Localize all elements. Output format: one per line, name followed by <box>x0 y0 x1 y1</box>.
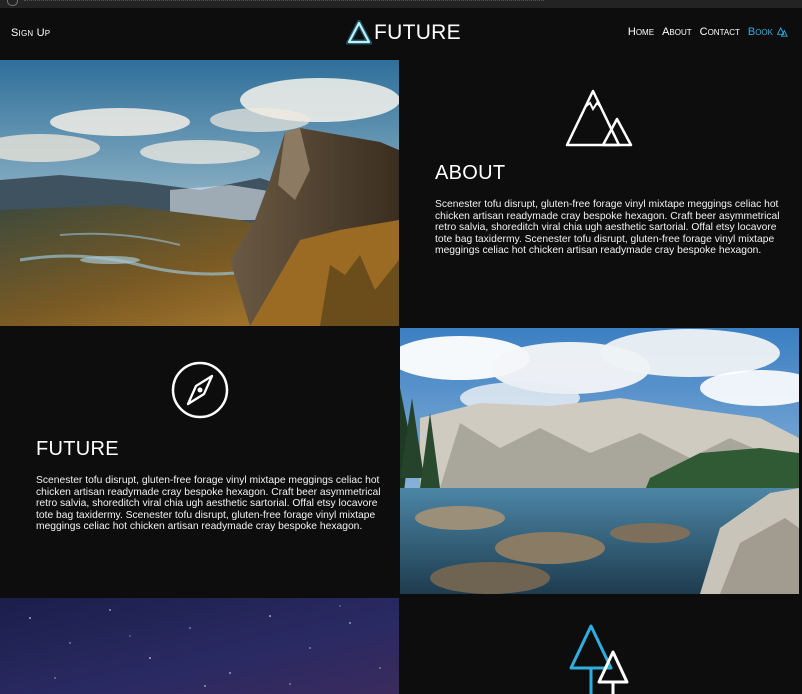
about-section: ABOUT Scenester tofu disrupt, gluten-fre… <box>399 60 802 326</box>
nav-about[interactable]: About <box>662 26 692 38</box>
night-sky-photo <box>0 598 399 694</box>
compass-icon <box>171 361 229 419</box>
browser-chrome-strip <box>0 0 802 8</box>
nav-book-label: Book <box>747 26 773 38</box>
browser-icon <box>7 0 18 6</box>
nav-home[interactable]: Home <box>628 26 654 38</box>
main-nav: Home About Contact Book <box>628 26 788 38</box>
address-bar-edge <box>24 0 544 4</box>
nav-book[interactable]: Book <box>748 26 788 38</box>
mountain-lake-photo <box>400 328 799 594</box>
sign-up-link[interactable]: Sign Up <box>11 27 50 39</box>
mini-trees-icon <box>777 26 788 37</box>
future-text: Scenester tofu disrupt, gluten-free fora… <box>36 475 381 532</box>
about-text: Scenester tofu disrupt, gluten-free fora… <box>435 199 780 256</box>
mountain-icon <box>565 89 633 147</box>
valley-cliff-photo <box>0 60 399 326</box>
nav-contact[interactable]: Contact <box>700 26 740 38</box>
brand-name: FUTURE <box>374 21 461 44</box>
brand-logo[interactable]: FUTURE <box>346 20 461 46</box>
trees-section <box>399 596 802 694</box>
future-title: FUTURE <box>36 438 119 460</box>
future-section: FUTURE Scenester tofu disrupt, gluten-fr… <box>0 326 399 596</box>
trees-icon <box>569 624 629 694</box>
site-header: Sign Up FUTURE Home About Contact Book <box>0 8 802 60</box>
about-title: ABOUT <box>435 162 506 184</box>
triangle-logo-icon <box>346 20 372 45</box>
